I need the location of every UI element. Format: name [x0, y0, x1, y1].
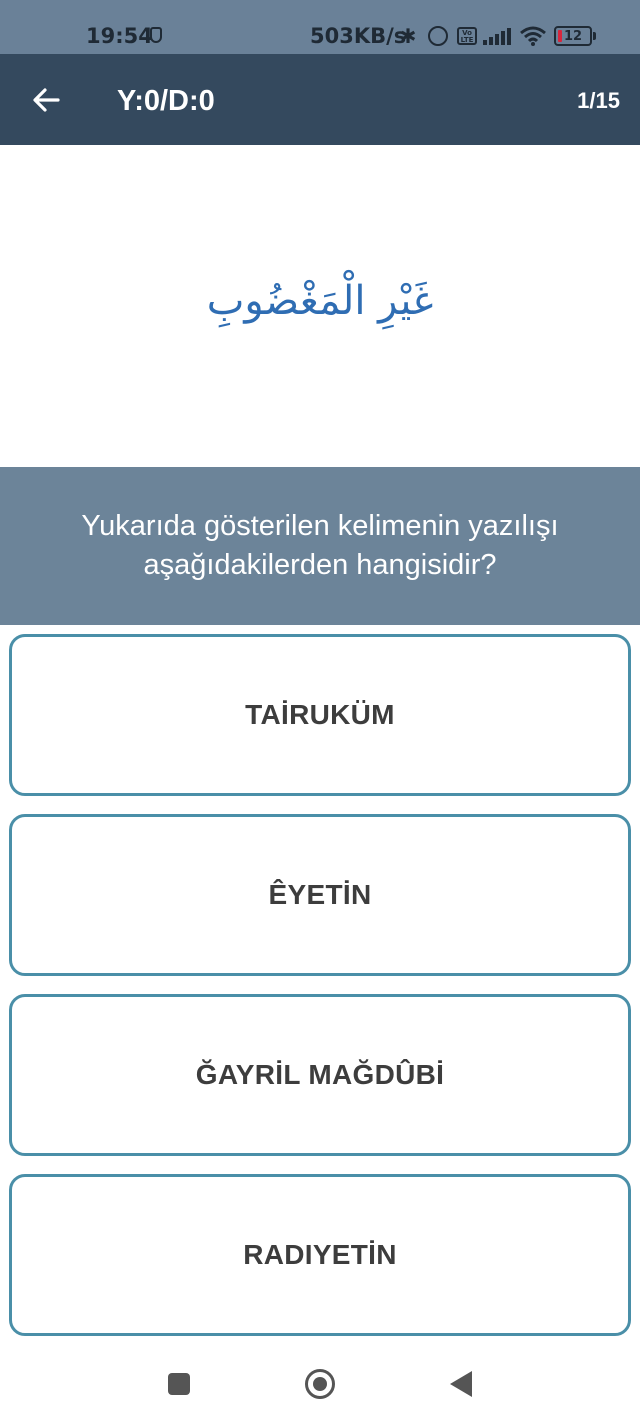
arabic-word-area: غَيْرِ الْمَغْضُوبِ [0, 145, 640, 467]
answer-option-1[interactable]: TAİRUKÜM [9, 634, 631, 796]
network-speed: 503KB/s [310, 24, 407, 48]
alarm-icon [426, 24, 450, 48]
question-text: Yukarıda gösterilen kelimenin yazılışı a… [81, 510, 559, 581]
score-title: Y:0/D:0 [117, 85, 215, 117]
question-panel: Yukarıda gösterilen kelimenin yazılışı a… [0, 467, 640, 625]
shield-icon [150, 27, 162, 43]
battery-icon: 12 [553, 24, 597, 48]
signal-icon [482, 24, 512, 48]
system-nav-bar [0, 1340, 640, 1422]
bluetooth-icon: ✱ [399, 24, 417, 48]
question-counter: 1/15 [577, 88, 620, 113]
back-button[interactable] [26, 80, 66, 120]
answer-option-2[interactable]: ÊYETİN [9, 814, 631, 976]
recents-square-icon [168, 1373, 190, 1395]
back-triangle-icon [450, 1371, 472, 1397]
system-back-button[interactable] [441, 1368, 481, 1400]
status-time: 19:54 [86, 24, 153, 48]
home-button[interactable] [300, 1368, 340, 1400]
answer-option-4[interactable]: RADIYETİN [9, 1174, 631, 1336]
arabic-word: غَيْرِ الْمَغْضُوبِ [206, 278, 434, 324]
volte-icon: Vo LTE [456, 24, 478, 48]
wifi-icon [518, 24, 548, 48]
recents-button[interactable] [159, 1368, 199, 1400]
status-bar: 19:54 503KB/s ✱ Vo LTE 12 [0, 0, 640, 54]
home-circle-icon [305, 1369, 335, 1399]
answer-option-3[interactable]: ĞAYRİL MAĞDÛBİ [9, 994, 631, 1156]
battery-level: 12 [563, 28, 583, 44]
app-bar: Y:0/D:0 1/15 [0, 54, 640, 145]
arrow-left-icon [33, 88, 60, 112]
